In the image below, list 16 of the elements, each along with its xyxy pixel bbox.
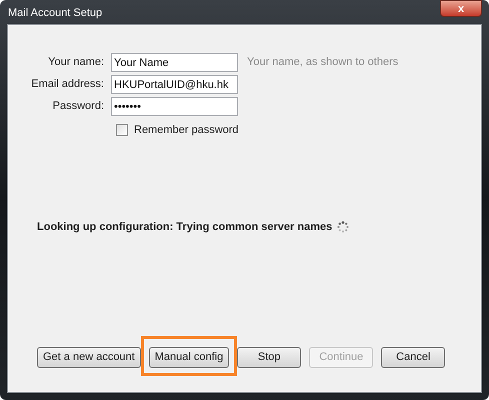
checkbox[interactable]: [116, 124, 128, 136]
field-label: Your name:: [47, 55, 104, 70]
window-title: Mail Account Setup: [8, 6, 102, 21]
dialog-button[interactable]: Get a new account: [37, 346, 141, 368]
password-field[interactable]: •••••••: [111, 97, 238, 116]
input-field[interactable]: HKUPortalUID@hku.hk: [111, 75, 238, 94]
dialog-button[interactable]: Cancel: [381, 346, 446, 368]
checkbox-label[interactable]: Remember password: [134, 122, 239, 138]
field-hint: Your name, as shown to others: [247, 55, 398, 70]
status-text: Looking up configuration: Trying common server names: [37, 220, 332, 234]
field-label: Password:: [52, 99, 104, 114]
field-label: Email address:: [30, 77, 104, 92]
loading-spinner-icon: [337, 220, 350, 233]
dialog-button[interactable]: Stop: [237, 346, 302, 368]
input-field[interactable]: Your Name: [111, 53, 238, 72]
dialog-button[interactable]: Manual config: [148, 346, 230, 368]
